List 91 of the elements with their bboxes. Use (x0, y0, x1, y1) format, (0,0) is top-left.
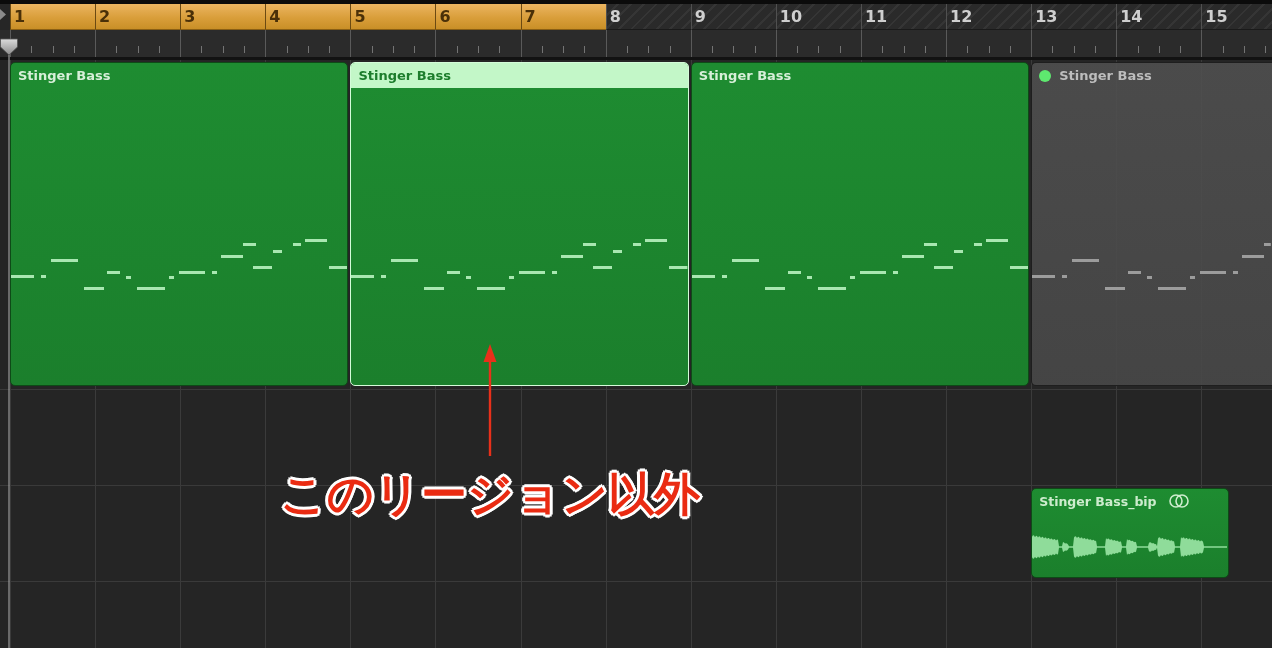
bar-number: 13 (1031, 4, 1117, 30)
midi-note (1072, 259, 1100, 262)
midi-region[interactable]: Stinger Bass (10, 62, 349, 386)
midi-note (1009, 266, 1029, 269)
midi-note (669, 266, 688, 269)
bar-number: 5 (350, 4, 436, 30)
midi-note (1233, 271, 1239, 274)
bar-number: 8 (605, 4, 691, 30)
midi-note (849, 276, 855, 279)
caret-icon (0, 9, 6, 20)
midi-region[interactable]: Stinger Bass (690, 62, 1030, 386)
midi-note (1200, 271, 1227, 274)
midi-note (253, 266, 272, 269)
midi-note (933, 266, 953, 269)
midi-note (41, 275, 46, 278)
midi-note (243, 243, 256, 246)
midi-note (633, 243, 642, 246)
bar-number: 2 (95, 4, 181, 30)
midi-note (859, 271, 886, 274)
midi-note (1158, 287, 1187, 290)
midi-region[interactable]: Stinger Bass (350, 62, 689, 386)
midi-note (11, 275, 34, 278)
midi-note (1264, 243, 1271, 246)
playhead[interactable] (0, 38, 18, 648)
midi-note (466, 276, 472, 279)
midi-note (329, 266, 348, 269)
bar-number: 15 (1201, 4, 1272, 30)
midi-note (552, 271, 558, 274)
midi-note (1242, 255, 1265, 258)
region-name: Stinger Bass (351, 63, 688, 88)
midi-note (305, 239, 327, 242)
bar-number: 6 (435, 4, 521, 30)
annotation-label: このリージョン以外 (280, 466, 700, 522)
midi-note (381, 275, 387, 278)
midi-note (107, 271, 120, 274)
midi-note (892, 271, 898, 274)
midi-note (806, 276, 812, 279)
bar-number: 1 (10, 4, 96, 30)
linked-circles-icon (1168, 494, 1189, 508)
midi-note (817, 287, 846, 290)
region-name: Stinger Bass_bip (1038, 493, 1157, 509)
midi-note (424, 287, 445, 290)
bar-number: 14 (1116, 4, 1202, 30)
midi-note (447, 271, 461, 274)
midi-note (731, 259, 759, 262)
midi-note (51, 259, 78, 262)
midi-note (519, 271, 546, 274)
region-name: Stinger Bass (697, 67, 793, 85)
region-name: Stinger Bass (1059, 67, 1153, 85)
midi-note (973, 243, 982, 246)
midi-note (273, 250, 282, 253)
midi-note (593, 266, 613, 269)
midi-note (923, 243, 937, 246)
region-name: Stinger Bass (17, 67, 112, 85)
midi-note (126, 276, 131, 279)
midi-note (645, 239, 668, 242)
bar-number: 4 (265, 4, 351, 30)
midi-note (901, 255, 924, 258)
midi-note (1105, 287, 1126, 290)
midi-note (137, 287, 165, 290)
midi-note (561, 255, 584, 258)
midi-note (84, 287, 104, 290)
bar-number: 3 (180, 4, 266, 30)
bar-number: 10 (775, 4, 861, 30)
audio-region[interactable]: Stinger Bass_bip (1031, 488, 1230, 578)
midi-note (1128, 271, 1142, 274)
bar-number: 9 (690, 4, 776, 30)
bar-number: 7 (520, 4, 606, 30)
midi-note (583, 243, 597, 246)
midi-note (985, 239, 1008, 242)
bar-number: 12 (946, 4, 1032, 30)
midi-note (1147, 276, 1153, 279)
midi-note (787, 271, 801, 274)
midi-note (179, 271, 205, 274)
bar-number: 11 (860, 4, 947, 30)
midi-note (221, 255, 243, 258)
midi-note (212, 271, 217, 274)
midi-note (509, 276, 515, 279)
midi-note (1062, 275, 1068, 278)
status-dot-icon (1039, 69, 1052, 82)
midi-note (1032, 275, 1056, 278)
midi-region[interactable]: Stinger Bass (1031, 62, 1272, 386)
midi-note (721, 275, 727, 278)
midi-note (1190, 276, 1196, 279)
midi-note (293, 243, 301, 246)
midi-note (351, 275, 375, 278)
midi-note (391, 259, 419, 262)
midi-note (764, 287, 785, 290)
midi-note (477, 287, 506, 290)
midi-note (169, 276, 174, 279)
midi-note (691, 275, 715, 278)
